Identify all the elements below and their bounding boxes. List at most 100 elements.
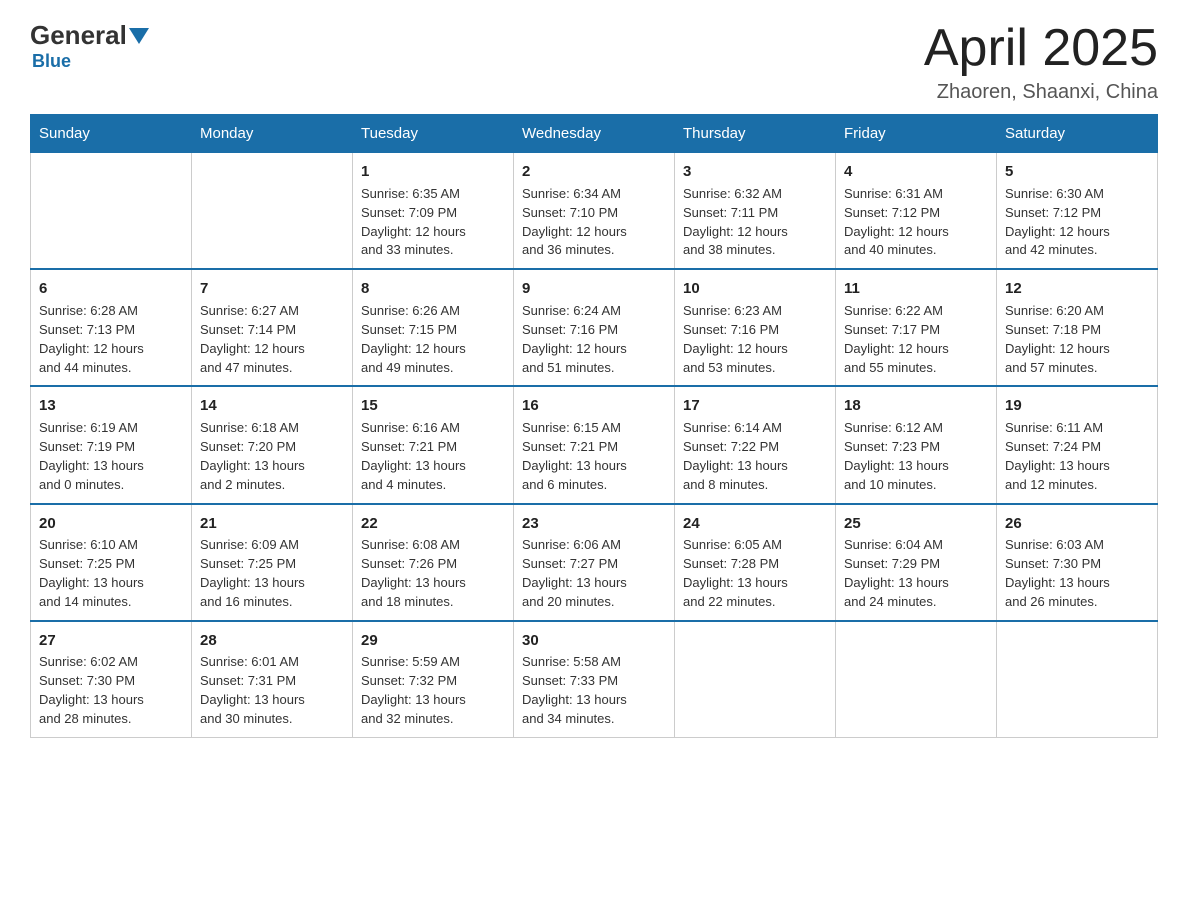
day-info: and 53 minutes. [683,359,827,378]
day-info: Sunrise: 6:18 AM [200,419,344,438]
day-number: 8 [361,278,505,300]
day-number: 4 [844,161,988,183]
day-info: Daylight: 12 hours [1005,340,1149,359]
day-info: Daylight: 12 hours [683,223,827,242]
day-number: 18 [844,395,988,417]
day-info: Sunset: 7:23 PM [844,438,988,457]
calendar-cell [192,153,353,270]
day-info: Sunrise: 6:05 AM [683,536,827,555]
day-info: Sunrise: 6:27 AM [200,302,344,321]
day-info: Sunset: 7:18 PM [1005,321,1149,340]
day-info: Sunrise: 6:26 AM [361,302,505,321]
day-info: and 57 minutes. [1005,359,1149,378]
day-number: 27 [39,630,183,652]
calendar-cell: 2Sunrise: 6:34 AMSunset: 7:10 PMDaylight… [514,153,675,270]
day-number: 23 [522,513,666,535]
day-info: and 44 minutes. [39,359,183,378]
calendar-cell: 23Sunrise: 6:06 AMSunset: 7:27 PMDayligh… [514,504,675,621]
day-info: Sunset: 7:33 PM [522,672,666,691]
calendar-cell: 18 Sunrise: 6:12 AMSunset: 7:23 PMDayligh… [836,386,997,503]
day-number: 22 [361,513,505,535]
day-info: Sunset: 7:31 PM [200,672,344,691]
day-number: 7 [200,278,344,300]
calendar-cell: 13Sunrise: 6:19 AMSunset: 7:19 PMDayligh… [31,386,192,503]
day-info: Daylight: 13 hours [200,457,344,476]
day-info: and 2 minutes. [200,476,344,495]
day-info: Sunset: 7:28 PM [683,555,827,574]
day-info: Sunset: 7:24 PM [1005,438,1149,457]
day-number: 20 [39,513,183,535]
day-info: and 22 minutes. [683,593,827,612]
day-info: and 8 minutes. [683,476,827,495]
week-row-2: 6Sunrise: 6:28 AMSunset: 7:13 PMDaylight… [31,269,1158,386]
day-info: Daylight: 13 hours [361,691,505,710]
day-info: and 55 minutes. [844,359,988,378]
day-info: and 20 minutes. [522,593,666,612]
calendar-cell: 3Sunrise: 6:32 AMSunset: 7:11 PMDaylight… [675,153,836,270]
day-number: 30 [522,630,666,652]
calendar-cell: 16Sunrise: 6:15 AMSunset: 7:21 PMDayligh… [514,386,675,503]
day-info: Daylight: 13 hours [39,574,183,593]
day-info: and 34 minutes. [522,710,666,729]
calendar-cell: 21Sunrise: 6:09 AMSunset: 7:25 PMDayligh… [192,504,353,621]
day-info: Daylight: 13 hours [522,457,666,476]
day-info: Sunrise: 6:34 AM [522,185,666,204]
calendar-cell: 15Sunrise: 6:16 AMSunset: 7:21 PMDayligh… [353,386,514,503]
day-info: Daylight: 13 hours [522,691,666,710]
day-info: Sunset: 7:21 PM [361,438,505,457]
day-info: Sunset: 7:14 PM [200,321,344,340]
day-info: and 51 minutes. [522,359,666,378]
day-info: Daylight: 13 hours [200,691,344,710]
day-info: Sunrise: 6:14 AM [683,419,827,438]
day-info: Sunrise: 6:20 AM [1005,302,1149,321]
calendar-cell: 5Sunrise: 6:30 AMSunset: 7:12 PMDaylight… [997,153,1158,270]
day-info: Sunrise: 5:59 AM [361,653,505,672]
day-info: and 26 minutes. [1005,593,1149,612]
day-number: 21 [200,513,344,535]
day-info: Daylight: 13 hours [844,457,988,476]
calendar-cell: 28Sunrise: 6:01 AMSunset: 7:31 PMDayligh… [192,621,353,738]
week-row-1: 1Sunrise: 6:35 AMSunset: 7:09 PMDaylight… [31,153,1158,270]
day-info: Daylight: 12 hours [522,340,666,359]
day-number: 2 [522,161,666,183]
day-info: and 32 minutes. [361,710,505,729]
calendar-cell: 7Sunrise: 6:27 AMSunset: 7:14 PMDaylight… [192,269,353,386]
day-info: Sunrise: 6:09 AM [200,536,344,555]
calendar-cell: 24Sunrise: 6:05 AMSunset: 7:28 PMDayligh… [675,504,836,621]
day-info: Sunrise: 6:10 AM [39,536,183,555]
day-info: and 10 minutes. [844,476,988,495]
day-info: Sunset: 7:13 PM [39,321,183,340]
day-info: Daylight: 12 hours [683,340,827,359]
calendar-cell: 12Sunrise: 6:20 AMSunset: 7:18 PMDayligh… [997,269,1158,386]
day-info: Daylight: 12 hours [844,340,988,359]
day-number: 10 [683,278,827,300]
day-number: 19 [1005,395,1149,417]
day-info: and 38 minutes. [683,241,827,260]
day-info: Daylight: 12 hours [1005,223,1149,242]
day-number: 29 [361,630,505,652]
calendar-cell: 11Sunrise: 6:22 AMSunset: 7:17 PMDayligh… [836,269,997,386]
header-saturday: Saturday [997,115,1158,153]
calendar-cell [31,153,192,270]
day-info: Sunset: 7:26 PM [361,555,505,574]
month-title: April 2025 [924,20,1158,77]
calendar-cell: 26Sunrise: 6:03 AMSunset: 7:30 PMDayligh… [997,504,1158,621]
day-info: Sunrise: 6:12 AM [844,419,988,438]
day-info: Daylight: 13 hours [361,457,505,476]
calendar-cell: 29Sunrise: 5:59 AMSunset: 7:32 PMDayligh… [353,621,514,738]
day-info: Sunrise: 5:58 AM [522,653,666,672]
day-info: Daylight: 12 hours [522,223,666,242]
calendar-cell: 8Sunrise: 6:26 AMSunset: 7:15 PMDaylight… [353,269,514,386]
day-info: and 40 minutes. [844,241,988,260]
day-info: and 16 minutes. [200,593,344,612]
day-number: 1 [361,161,505,183]
header-thursday: Thursday [675,115,836,153]
day-info: Daylight: 12 hours [361,340,505,359]
day-info: Sunset: 7:16 PM [522,321,666,340]
day-info: Sunrise: 6:28 AM [39,302,183,321]
day-info: and 47 minutes. [200,359,344,378]
day-info: Sunrise: 6:35 AM [361,185,505,204]
day-info: Daylight: 13 hours [39,691,183,710]
day-info: Daylight: 13 hours [1005,457,1149,476]
day-info: Daylight: 13 hours [1005,574,1149,593]
